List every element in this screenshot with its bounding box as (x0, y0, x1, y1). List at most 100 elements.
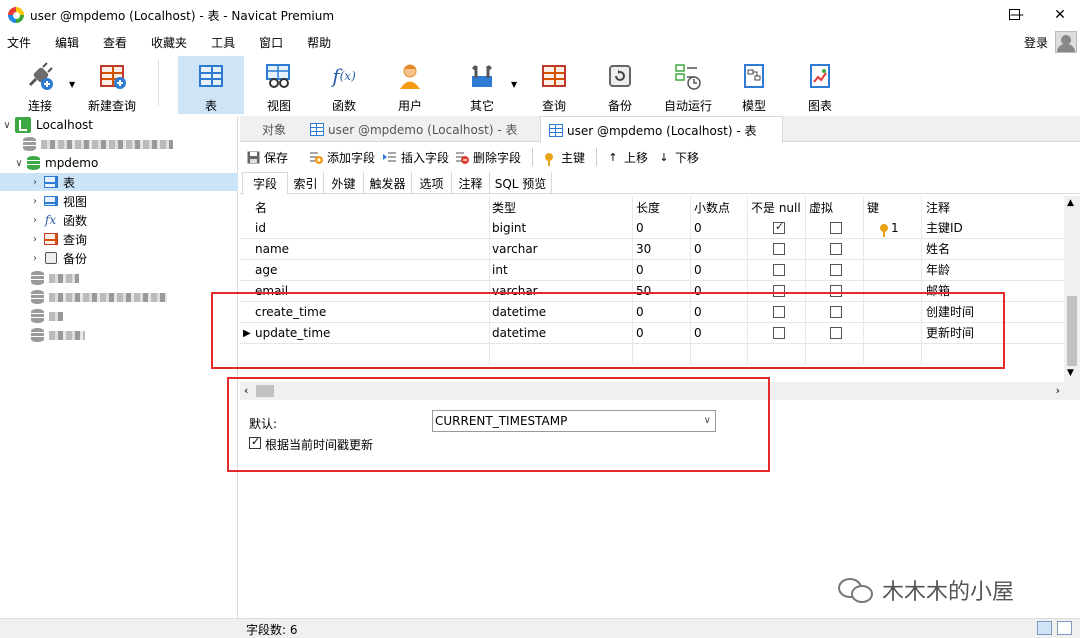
maximize-button[interactable] (1009, 9, 1020, 20)
not-null-checkbox[interactable] (773, 264, 785, 276)
tree-node-redacted-db[interactable] (28, 288, 167, 306)
virtual-checkbox[interactable] (830, 243, 842, 255)
tree-node-localhost[interactable]: ∨ Localhost (2, 116, 93, 134)
not-null-checkbox[interactable] (773, 243, 785, 255)
field-length-cell[interactable]: 0 (636, 218, 644, 238)
tab-comments[interactable]: 注释 (452, 172, 490, 194)
avatar-icon[interactable] (1055, 31, 1077, 53)
menu-edit[interactable]: 编辑 (55, 34, 79, 51)
function-button[interactable]: f (x) 函数 (324, 56, 364, 114)
field-decimals-cell[interactable]: 0 (694, 239, 702, 259)
tab-user-table-1[interactable]: user @mpdemo (Localhost) - 表 (310, 116, 517, 142)
tree-node-redacted-db[interactable] (28, 326, 85, 344)
expand-chevron-icon[interactable]: ∨ (2, 120, 12, 131)
tab-fields[interactable]: 字段 (242, 172, 288, 195)
save-button[interactable]: 保存 (246, 149, 288, 165)
collapse-chevron-icon[interactable]: › (30, 177, 40, 188)
grid-vertical-scrollbar[interactable]: ▲ ▼ (1064, 196, 1080, 382)
header-key[interactable]: 键 (867, 198, 879, 218)
tab-triggers[interactable]: 触发器 (364, 172, 412, 194)
collapse-chevron-icon[interactable]: › (30, 234, 40, 245)
tree-node-redacted-db[interactable] (28, 307, 63, 325)
collapse-chevron-icon[interactable]: › (30, 215, 40, 226)
close-button[interactable]: ✕ (1040, 0, 1080, 30)
scroll-up-icon[interactable]: ▲ (1067, 198, 1074, 208)
field-name-cell[interactable]: name (255, 239, 289, 259)
form-view-icon[interactable] (1057, 621, 1072, 635)
collapse-chevron-icon[interactable]: › (30, 196, 40, 207)
field-comment-cell[interactable]: 主键ID (926, 218, 963, 238)
model-button[interactable]: 模型 (734, 56, 774, 114)
virtual-checkbox[interactable] (830, 222, 842, 234)
header-virtual[interactable]: 虚拟 (809, 198, 833, 218)
user-button[interactable]: 用户 (390, 56, 430, 114)
tree-node-views[interactable]: › 视图 (30, 192, 87, 210)
tab-foreign-keys[interactable]: 外键 (324, 172, 364, 194)
tree-node-mpdemo[interactable]: ∨ mpdemo (14, 154, 98, 172)
menu-tools[interactable]: 工具 (211, 34, 235, 51)
header-comment[interactable]: 注释 (926, 198, 950, 218)
header-not-null[interactable]: 不是 null (751, 198, 801, 218)
field-comment-cell[interactable]: 姓名 (926, 239, 950, 259)
field-type-cell[interactable]: varchar (492, 239, 538, 259)
table-button[interactable]: 表 (178, 56, 244, 114)
menu-view[interactable]: 查看 (103, 34, 127, 51)
login-link[interactable]: 登录 (1024, 34, 1048, 51)
tab-user-table-2[interactable]: user @mpdemo (Localhost) - 表 (540, 116, 783, 143)
tab-sql-preview[interactable]: SQL 预览 (490, 172, 552, 194)
move-down-button[interactable]: ↓ 下移 (657, 149, 699, 165)
backup-button[interactable]: 备份 (600, 56, 640, 114)
tab-indexes[interactable]: 索引 (288, 172, 324, 194)
field-length-cell[interactable]: 30 (636, 239, 651, 259)
tree-node-redacted-db[interactable] (28, 269, 79, 287)
move-up-button[interactable]: ↑ 上移 (606, 149, 648, 165)
other-dropdown-arrow-icon[interactable]: ▼ (511, 80, 517, 89)
table-row[interactable]: id bigint 0 0 主键ID 1 (240, 218, 1064, 239)
menu-help[interactable]: 帮助 (307, 34, 331, 51)
table-row[interactable]: age int 0 0 年龄 (240, 260, 1064, 281)
field-name-cell[interactable]: id (255, 218, 266, 238)
field-decimals-cell[interactable]: 0 (694, 218, 702, 238)
expand-chevron-icon[interactable]: ∨ (14, 158, 24, 169)
field-type-cell[interactable]: bigint (492, 218, 526, 238)
insert-field-button[interactable]: 插入字段 (383, 149, 449, 165)
scroll-right-icon[interactable]: › (1056, 384, 1060, 397)
connect-dropdown-arrow-icon[interactable]: ▼ (69, 80, 75, 89)
primary-key-button[interactable]: 主键 (543, 149, 585, 166)
grid-view-icon[interactable] (1037, 621, 1052, 635)
connect-button[interactable]: 连接 (18, 56, 62, 114)
tree-node-backups[interactable]: › 备份 (30, 249, 87, 267)
scrollbar-thumb[interactable] (1067, 296, 1077, 366)
not-null-checkbox[interactable] (773, 220, 785, 234)
tree-node-redacted-db[interactable] (20, 135, 173, 153)
tree-node-functions[interactable]: › fx 函数 (30, 211, 87, 229)
scroll-down-icon[interactable]: ▼ (1067, 368, 1074, 378)
header-name[interactable]: 名 (255, 198, 267, 218)
menu-file[interactable]: 文件 (7, 34, 31, 51)
tab-objects[interactable]: 对象 (262, 116, 286, 142)
tree-node-queries[interactable]: › 查询 (30, 230, 87, 248)
tab-options[interactable]: 选项 (412, 172, 452, 194)
header-type[interactable]: 类型 (492, 198, 516, 218)
chart-button[interactable]: 图表 (800, 56, 840, 114)
field-length-cell[interactable]: 0 (636, 260, 644, 280)
header-length[interactable]: 长度 (636, 198, 660, 218)
delete-field-button[interactable]: 删除字段 (455, 149, 521, 165)
header-decimals[interactable]: 小数点 (694, 198, 730, 218)
menu-favorites[interactable]: 收藏夹 (151, 34, 187, 51)
field-name-cell[interactable]: age (255, 260, 277, 280)
field-type-cell[interactable]: int (492, 260, 508, 280)
field-decimals-cell[interactable]: 0 (694, 260, 702, 280)
automation-button[interactable]: 自动运行 (660, 56, 716, 114)
field-comment-cell[interactable]: 年龄 (926, 260, 950, 280)
query-button[interactable]: 查询 (534, 56, 574, 114)
tree-node-tables[interactable]: › 表 (30, 173, 75, 191)
collapse-chevron-icon[interactable]: › (30, 253, 40, 264)
table-row[interactable]: name varchar 30 0 姓名 (240, 239, 1064, 260)
add-field-button[interactable]: 添加字段 (309, 149, 375, 165)
virtual-checkbox[interactable] (830, 264, 842, 276)
menu-window[interactable]: 窗口 (259, 34, 283, 51)
other-button[interactable]: 其它 (462, 56, 502, 114)
view-button[interactable]: 视图 (259, 56, 299, 114)
new-query-button[interactable]: 新建查询 (86, 56, 138, 114)
